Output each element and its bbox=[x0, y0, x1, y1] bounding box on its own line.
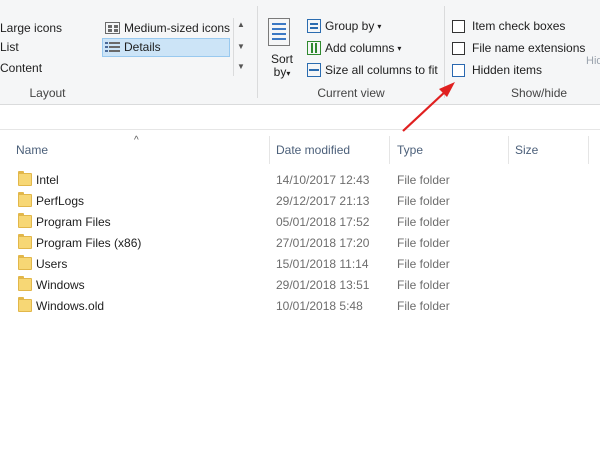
show-hide-group-label: Show/hide bbox=[511, 86, 568, 100]
file-name-extensions-label: File name extensions bbox=[472, 41, 586, 55]
file-type: File folder bbox=[397, 236, 450, 250]
file-row[interactable]: Program Files (x86) 27/01/2018 17:20 Fil… bbox=[0, 233, 600, 254]
file-name-extensions-checkbox[interactable] bbox=[452, 41, 465, 55]
file-type: File folder bbox=[397, 194, 450, 208]
file-type: File folder bbox=[397, 299, 450, 313]
hide-selected-items-button[interactable]: Hid bbox=[586, 55, 600, 67]
file-row[interactable]: Users 15/01/2018 11:14 File folder bbox=[0, 254, 600, 275]
size-columns-icon bbox=[307, 63, 321, 77]
scroll-down-icon[interactable]: ▼ bbox=[237, 42, 245, 51]
file-date: 29/12/2017 21:13 bbox=[276, 194, 370, 208]
chevron-down-icon: ▾ bbox=[286, 69, 291, 78]
group-by-icon bbox=[307, 19, 321, 33]
current-view-group-label: Current view bbox=[317, 86, 385, 100]
column-header-type[interactable]: Type bbox=[397, 143, 423, 157]
item-check-boxes-checkbox[interactable] bbox=[452, 19, 465, 33]
column-divider[interactable] bbox=[588, 136, 589, 164]
file-type: File folder bbox=[397, 278, 450, 292]
file-type: File folder bbox=[397, 215, 450, 229]
hidden-items-option[interactable]: Hidden items bbox=[452, 63, 542, 77]
group-by-button[interactable]: Group by ▾ bbox=[307, 19, 381, 33]
address-bar-area[interactable] bbox=[0, 105, 600, 130]
file-row[interactable]: Windows 29/01/2018 13:51 File folder bbox=[0, 275, 600, 296]
add-columns-label: Add columns bbox=[325, 41, 395, 55]
file-type: File folder bbox=[397, 257, 450, 271]
layout-group-label: Layout bbox=[29, 86, 66, 100]
column-divider[interactable] bbox=[508, 136, 509, 164]
size-all-columns-button[interactable]: Size all columns to fit bbox=[307, 63, 438, 77]
file-name: Program Files bbox=[36, 215, 111, 229]
chevron-down-icon: ▾ bbox=[377, 21, 382, 31]
details-option[interactable]: Details bbox=[105, 38, 161, 56]
file-name: Program Files (x86) bbox=[36, 236, 142, 250]
group-by-label: Group by bbox=[325, 19, 375, 33]
folder-icon bbox=[18, 297, 32, 312]
content-option[interactable]: Content bbox=[0, 59, 42, 77]
file-date: 27/01/2018 17:20 bbox=[276, 236, 370, 250]
folder-icon bbox=[18, 255, 32, 270]
column-divider[interactable] bbox=[269, 136, 270, 164]
file-row[interactable]: PerfLogs 29/12/2017 21:13 File folder bbox=[0, 191, 600, 212]
medium-icons-label: Medium-sized icons bbox=[124, 21, 231, 35]
column-divider[interactable] bbox=[389, 136, 390, 164]
content-label: Content bbox=[0, 61, 43, 75]
sort-by-icon[interactable] bbox=[268, 18, 290, 46]
folder-icon bbox=[18, 234, 32, 249]
list-option[interactable]: List bbox=[0, 38, 19, 56]
file-row[interactable]: Intel 14/10/2017 12:43 File folder bbox=[0, 170, 600, 191]
large-icons-option[interactable]: Large icons bbox=[0, 19, 62, 37]
folder-icon bbox=[18, 276, 32, 291]
item-check-boxes-option[interactable]: Item check boxes bbox=[452, 19, 565, 33]
folder-icon bbox=[18, 192, 32, 207]
folder-icon bbox=[18, 171, 32, 186]
column-header-date-modified[interactable]: Date modified bbox=[276, 143, 350, 157]
layout-gallery-scroll[interactable]: ▲ ▼ ▼ bbox=[233, 18, 248, 76]
sort-ascending-icon: ^ bbox=[134, 135, 139, 146]
file-date: 05/01/2018 17:52 bbox=[276, 215, 370, 229]
column-header-name[interactable]: Name bbox=[16, 143, 48, 157]
add-columns-icon bbox=[307, 41, 321, 55]
add-columns-button[interactable]: Add columns ▾ bbox=[307, 41, 401, 55]
file-date: 10/01/2018 5:48 bbox=[276, 299, 363, 313]
layout-group: Large icons List Content Medium-sized ic… bbox=[0, 0, 256, 104]
hidden-items-checkbox[interactable] bbox=[452, 63, 465, 77]
file-row[interactable]: Windows.old 10/01/2018 5:48 File folder bbox=[0, 296, 600, 317]
medium-icons-option[interactable]: Medium-sized icons bbox=[105, 19, 230, 37]
chevron-down-icon: ▾ bbox=[397, 43, 402, 53]
file-name-extensions-option[interactable]: File name extensions bbox=[452, 41, 585, 55]
item-check-boxes-label: Item check boxes bbox=[472, 19, 566, 33]
file-name: Windows.old bbox=[36, 299, 105, 313]
file-name: PerfLogs bbox=[36, 194, 85, 208]
details-label: Details bbox=[124, 40, 161, 54]
hidden-items-label: Hidden items bbox=[472, 63, 543, 77]
folder-icon bbox=[18, 213, 32, 228]
file-date: 29/01/2018 13:51 bbox=[276, 278, 370, 292]
file-type: File folder bbox=[397, 173, 450, 187]
file-name: Windows bbox=[36, 278, 85, 292]
details-icon bbox=[105, 41, 120, 53]
file-name: Intel bbox=[36, 173, 59, 187]
gallery-expand-icon[interactable]: ▼ bbox=[237, 62, 245, 71]
list-label: List bbox=[0, 40, 19, 54]
medium-icons-icon bbox=[105, 22, 120, 34]
scroll-up-icon[interactable]: ▲ bbox=[237, 20, 245, 29]
ribbon: Large icons List Content Medium-sized ic… bbox=[0, 0, 600, 105]
sort-by-button[interactable]: Sort by▾ bbox=[270, 53, 294, 80]
file-date: 15/01/2018 11:14 bbox=[276, 257, 369, 271]
file-date: 14/10/2017 12:43 bbox=[276, 173, 370, 187]
column-header-size[interactable]: Size bbox=[515, 143, 538, 157]
sort-by-line: by▾ bbox=[270, 66, 294, 80]
by-label: by bbox=[273, 65, 287, 79]
large-icons-label: Large icons bbox=[0, 21, 63, 35]
size-all-columns-label: Size all columns to fit bbox=[325, 63, 438, 77]
file-name: Users bbox=[36, 257, 68, 271]
file-row[interactable]: Program Files 05/01/2018 17:52 File fold… bbox=[0, 212, 600, 233]
